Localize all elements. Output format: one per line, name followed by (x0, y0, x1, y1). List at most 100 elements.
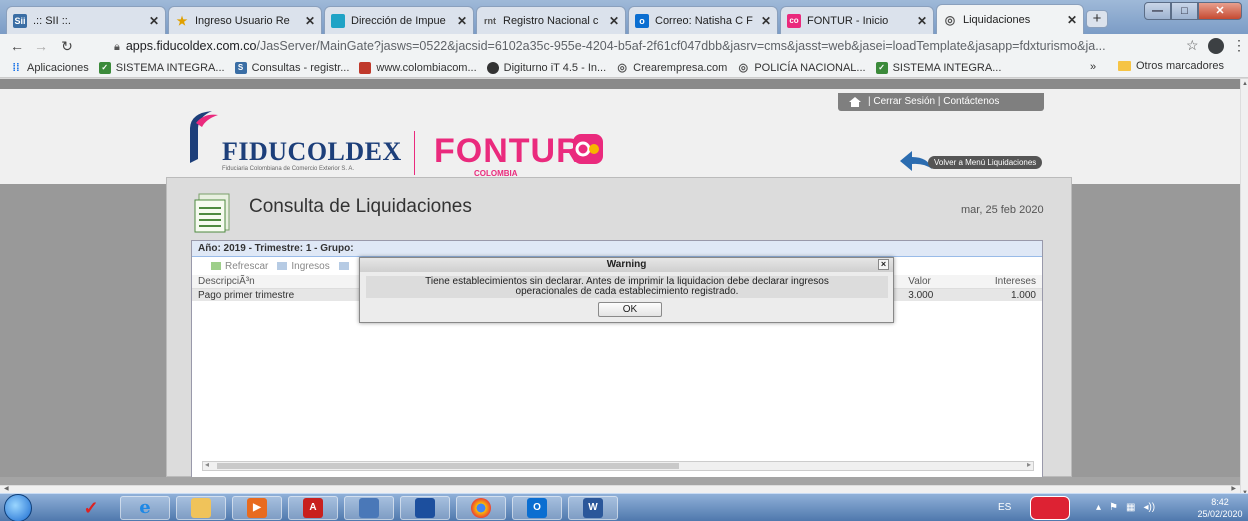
column-intereses[interactable]: Intereses (972, 275, 1042, 288)
tab-label: Ingreso Usuario Re (195, 14, 290, 27)
scroll-up-icon[interactable]: ▲ (1242, 81, 1248, 87)
taskbar-word[interactable]: W (568, 496, 618, 520)
close-icon[interactable]: ✕ (149, 14, 159, 28)
globe-icon: ◎ (738, 61, 749, 74)
scroll-left-icon[interactable]: ◀ (4, 485, 9, 492)
url-field[interactable]: 🔒︎ apps.fiducoldex.com.co/JasServer/MainG… (114, 37, 1204, 55)
tab-sii[interactable]: Sii .:: SII ::. ✕ (6, 6, 166, 34)
taskbar-media-player[interactable]: ▶ (232, 496, 282, 520)
scroll-right-icon[interactable]: ▶ (1231, 485, 1236, 492)
maximize-button[interactable]: □ (1171, 2, 1198, 20)
scroll-right-icon[interactable]: ▸ (1027, 460, 1031, 469)
taskbar-remote-desktop[interactable] (400, 496, 450, 520)
bookmark-sistema-integra-2[interactable]: ✓ SISTEMA INTEGRA... (875, 61, 1001, 74)
bookmark-aplicaciones[interactable]: ⁞⁞ Aplicaciones (10, 61, 88, 74)
dialog-message: Tiene establecimientos sin declarar. Ant… (366, 276, 888, 298)
bookmark-crearempresa[interactable]: ◎ Crearempresa.com (616, 62, 727, 74)
close-icon[interactable]: ✕ (609, 14, 619, 28)
apps-grid-icon: ⁞⁞ (12, 61, 20, 74)
taskbar-acrobat-check[interactable]: ✓ (66, 496, 116, 520)
dialog-title: Warning (606, 259, 647, 270)
refresh-button[interactable]: Refrescar (210, 261, 268, 272)
other-bookmarks-folder[interactable]: Otros marcadores (1118, 60, 1224, 72)
globe-icon: ◎ (617, 61, 627, 74)
back-icon[interactable]: ← (8, 37, 26, 55)
tab-label: Liquidaciones (963, 13, 1031, 26)
scroll-left-icon[interactable]: ◂ (205, 460, 209, 469)
start-button[interactable] (4, 494, 32, 521)
taskbar-adobe-reader[interactable]: A (288, 496, 338, 520)
page-vertical-scrollbar[interactable]: ▲ ▼ (1240, 79, 1248, 498)
close-icon[interactable]: ✕ (305, 14, 315, 28)
taskbar-chrome[interactable] (456, 496, 506, 520)
profile-avatar-icon[interactable] (1208, 38, 1224, 54)
bookmark-digiturno[interactable]: Digiturno iT 4.5 - In... (486, 61, 606, 74)
taskbar-app-red[interactable] (1030, 496, 1070, 520)
volume-icon[interactable]: ◂)) (1143, 502, 1155, 513)
home-icon[interactable] (848, 96, 862, 108)
page-banner: | Cerrar Sesión | Contáctenos FIDUCOLDEX… (0, 89, 1240, 184)
fiducoldex-swoosh-icon (190, 111, 218, 163)
taskbar-internet-explorer[interactable]: e (120, 496, 170, 520)
language-indicator[interactable]: ES (998, 502, 1011, 513)
dialog-close-button[interactable]: × (878, 259, 889, 270)
toolbar-extra-button[interactable] (338, 261, 353, 271)
close-icon[interactable]: ✕ (761, 14, 771, 28)
page-horizontal-scrollbar[interactable]: ◀ ▶ (0, 485, 1240, 493)
column-valor[interactable]: Valor (902, 275, 972, 288)
user-bar-links[interactable]: | Cerrar Sesión | Contáctenos (868, 96, 999, 107)
dialog-message-line-2: operacionales de cada establecimiento re… (515, 286, 739, 297)
taskbar-outlook[interactable]: O (512, 496, 562, 520)
scrollbar-thumb[interactable] (217, 463, 679, 469)
tab-ingreso-usuario[interactable]: ★ Ingreso Usuario Re ✕ (168, 6, 322, 34)
bookmark-consultas[interactable]: S Consultas - registr... (234, 61, 349, 74)
tray-expand-icon[interactable]: ▴ (1096, 502, 1101, 513)
chrome-icon (471, 498, 491, 518)
new-tab-button[interactable]: + (1086, 10, 1108, 28)
taskbar-network[interactable] (344, 496, 394, 520)
url-host: apps.fiducoldex.com.co (125, 39, 257, 53)
bookmark-star-icon[interactable]: ☆ (1186, 37, 1199, 54)
dian-icon (331, 13, 345, 28)
close-icon[interactable]: ✕ (917, 14, 927, 28)
ingresos-button[interactable]: Ingresos (276, 261, 330, 272)
bookmarks-overflow-button[interactable]: » (1090, 61, 1096, 73)
fiducoldex-wordmark: FIDUCOLDEX (222, 137, 402, 166)
browser-menu-icon[interactable]: ⋮ (1232, 37, 1246, 54)
table-icon (338, 262, 349, 270)
logo-divider (414, 131, 415, 175)
colombia-icon (359, 61, 372, 74)
ok-button[interactable]: OK (598, 302, 662, 317)
bookmark-policia[interactable]: ◎ POLICÍA NACIONAL... (737, 61, 866, 74)
minimize-button[interactable]: — (1144, 2, 1171, 20)
network-icon (359, 498, 379, 518)
forward-icon[interactable]: → (32, 37, 50, 55)
tab-correo[interactable]: o Correo: Natisha C F ✕ (628, 6, 778, 34)
fiducoldex-subtitle: Fiduciaria Colombiana de Comercio Exteri… (222, 166, 355, 172)
tab-fontur-inicio[interactable]: co FONTUR - Inicio ✕ (780, 6, 934, 34)
system-clock[interactable]: 8:42 25/02/2020 (1196, 496, 1244, 520)
reload-icon[interactable]: ↻ (58, 37, 76, 55)
grid-horizontal-scrollbar[interactable]: ◂ ▸ (202, 460, 1034, 471)
tab-registro-nacional[interactable]: rnt Registro Nacional c ✕ (476, 6, 626, 34)
action-center-icon[interactable]: ⚑ (1109, 502, 1118, 513)
grid-header: Año: 2019 - Trimestre: 1 - Grupo: (192, 241, 1042, 257)
other-bookmarks-label: Otros marcadores (1136, 60, 1225, 72)
page-title: Consulta de Liquidaciones (249, 196, 472, 217)
bookmark-sistema-integra-1[interactable]: ✓ SISTEMA INTEGRA... (98, 61, 225, 74)
close-icon[interactable]: ✕ (457, 14, 467, 28)
word-icon: W (583, 498, 603, 518)
refresh-label: Refrescar (225, 260, 269, 272)
file-explorer-icon (191, 498, 211, 518)
close-icon[interactable]: ✕ (1067, 13, 1077, 27)
address-bar-row: ← → ↻ 🔒︎ apps.fiducoldex.com.co/JasServer… (0, 34, 1248, 58)
page-viewport: | Cerrar Sesión | Contáctenos FIDUCOLDEX… (0, 79, 1240, 477)
taskbar-file-explorer[interactable] (176, 496, 226, 520)
tab-liquidaciones[interactable]: ◎ Liquidaciones ✕ (936, 4, 1084, 34)
volver-menu-label: Volver a Menú Liquidaciones (928, 156, 1043, 169)
network-tray-icon[interactable]: ▦ (1126, 502, 1135, 513)
bookmark-colombiacom[interactable]: www.colombiacom... (359, 61, 477, 74)
close-window-button[interactable]: ✕ (1198, 2, 1242, 20)
bookmark-label: Crearempresa.com (633, 61, 728, 74)
tab-direccion-impuestos[interactable]: Dirección de Impue ✕ (324, 6, 474, 34)
